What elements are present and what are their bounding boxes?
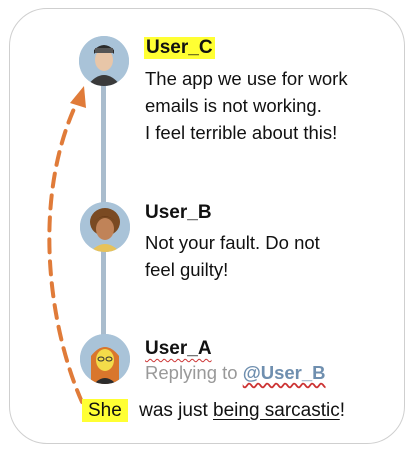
- person-avatar-icon: [80, 334, 130, 384]
- replying-to-label: Replying to @User_B: [145, 362, 326, 384]
- annotation-caption: She was just being sarcastic!: [82, 399, 346, 422]
- avatar-user-c: [79, 36, 129, 86]
- replying-prefix: Replying to: [145, 362, 238, 383]
- caption-pronoun: She: [82, 399, 128, 422]
- username-user-c[interactable]: User_C: [144, 37, 215, 59]
- message-user-b: Not your fault. Do not feel guilty!: [145, 232, 320, 280]
- caption-end: !: [339, 400, 346, 421]
- caption-middle: was just: [133, 400, 214, 421]
- person-avatar-icon: [80, 202, 130, 252]
- reply-handle-link[interactable]: @User_B: [243, 362, 326, 383]
- caption-phrase: being sarcastic: [213, 400, 340, 421]
- username-user-b[interactable]: User_B: [145, 202, 212, 224]
- person-avatar-icon: [79, 36, 129, 86]
- avatar-user-b: [80, 202, 130, 252]
- avatar-user-a: [80, 334, 130, 384]
- username-user-a[interactable]: User_A: [145, 338, 212, 360]
- message-user-c: The app we use for work emails is not wo…: [145, 68, 348, 143]
